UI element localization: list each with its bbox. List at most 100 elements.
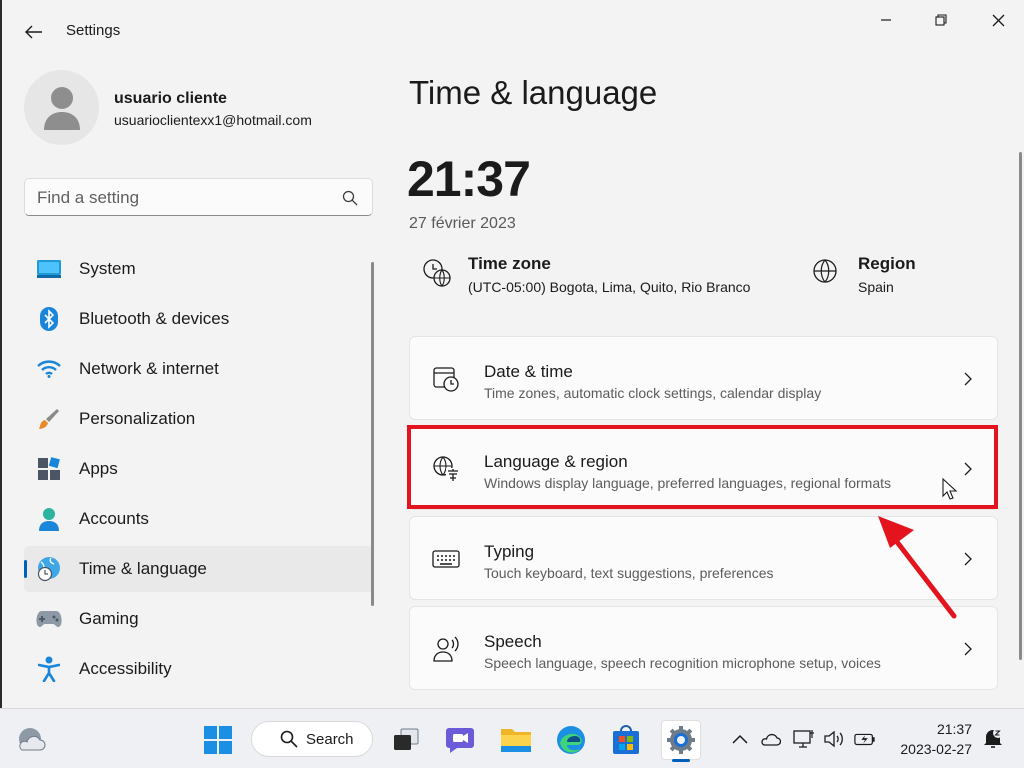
page-title: Time & language: [409, 74, 658, 111]
accessibility-icon: [36, 656, 62, 682]
close-button[interactable]: [975, 8, 1021, 32]
wifi-icon: [36, 356, 62, 382]
search-box: [24, 178, 373, 216]
sidebar-item-system[interactable]: System: [24, 246, 374, 292]
globe-icon: [813, 259, 837, 283]
search-icon: [280, 730, 298, 748]
taskbar-clock[interactable]: 21:37 2023-02-27: [900, 719, 972, 759]
onedrive-tray-button[interactable]: [759, 729, 781, 749]
taskbar-search[interactable]: Search: [251, 721, 373, 757]
card-title: Date & time: [484, 362, 573, 381]
main-scrollbar[interactable]: [1019, 152, 1022, 660]
task-view-icon: [394, 728, 419, 750]
sidebar-nav: System Bluetooth & devices Network & int…: [24, 246, 374, 696]
battery-charging-icon: [854, 733, 875, 746]
region-label: Region: [858, 254, 916, 273]
restore-button[interactable]: [918, 8, 964, 32]
region-value: Spain: [858, 279, 894, 295]
sidebar-item-label: Accounts: [79, 509, 149, 528]
folder-icon: [501, 729, 531, 752]
start-button[interactable]: [198, 720, 238, 760]
sidebar-item-gaming[interactable]: Gaming: [24, 596, 374, 642]
card-subtitle: Touch keyboard, text suggestions, prefer…: [484, 565, 774, 581]
keyboard-icon: [432, 550, 460, 568]
sidebar-scrollbar[interactable]: [371, 262, 374, 606]
sidebar-item-time-language[interactable]: Time & language: [24, 546, 374, 592]
sidebar-item-apps[interactable]: Apps: [24, 446, 374, 492]
chevron-right-icon: [964, 642, 972, 656]
file-explorer-app[interactable]: [496, 720, 536, 760]
card-subtitle: Speech language, speech recognition micr…: [484, 655, 881, 671]
settings-window: Settings usuario cliente usuarioclientex…: [0, 0, 1024, 708]
user-email: usuarioclientexx1@hotmail.com: [114, 112, 312, 128]
network-tray-button[interactable]: [793, 729, 815, 749]
edge-browser-app[interactable]: [551, 720, 591, 760]
user-silhouette-icon: [43, 86, 80, 130]
search-icon[interactable]: [342, 190, 358, 206]
sidebar-item-label: Personalization: [79, 409, 196, 428]
sidebar-item-accessibility[interactable]: Accessibility: [24, 646, 374, 692]
search-input[interactable]: [37, 186, 337, 210]
chat-icon: [446, 728, 474, 753]
gamepad-icon: [36, 606, 62, 632]
close-icon: [992, 14, 1004, 26]
volume-tray-button[interactable]: [823, 729, 845, 749]
taskbar-date: 2023-02-27: [900, 741, 972, 757]
highlight-box: [407, 425, 998, 509]
weather-widget[interactable]: [11, 720, 51, 760]
current-date: 27 février 2023: [409, 215, 516, 232]
sidebar-item-personalization[interactable]: Personalization: [24, 396, 374, 442]
region-info: Region Spain: [812, 254, 952, 300]
sidebar-item-label: Network & internet: [79, 359, 219, 378]
selection-indicator: [24, 560, 27, 578]
time-language-icon: [36, 556, 62, 582]
taskbar: Search 21:37 2023-02-27: [0, 708, 1024, 768]
battery-tray-button[interactable]: [854, 729, 876, 749]
title-bar: Settings: [2, 0, 1024, 60]
store-icon: [613, 725, 639, 754]
sidebar-item-network[interactable]: Network & internet: [24, 346, 374, 392]
time-zone-label: Time zone: [468, 254, 551, 273]
minimize-button[interactable]: [863, 8, 909, 32]
store-app[interactable]: [606, 720, 646, 760]
sidebar-item-bluetooth[interactable]: Bluetooth & devices: [24, 296, 374, 342]
red-arrow-annotation: [878, 516, 957, 619]
show-hidden-icons-button[interactable]: [729, 729, 751, 749]
back-button[interactable]: [20, 18, 48, 46]
chevron-right-icon: [964, 372, 972, 386]
task-view-button[interactable]: [386, 720, 426, 760]
calendar-clock-icon: [433, 367, 459, 392]
notification-button[interactable]: [982, 728, 1004, 748]
card-subtitle: Time zones, automatic clock settings, ca…: [484, 385, 822, 401]
settings-app[interactable]: [661, 720, 701, 760]
time-zone-icon: [423, 259, 451, 287]
card-title: Speech: [484, 632, 542, 651]
back-arrow-icon: [25, 25, 42, 39]
restore-icon: [935, 14, 947, 26]
gear-icon: [667, 726, 695, 754]
sidebar-item-label: Gaming: [79, 609, 139, 628]
system-icon: [36, 256, 62, 282]
bluetooth-icon: [36, 306, 62, 332]
sidebar-item-label: Accessibility: [79, 659, 172, 678]
mouse-cursor-icon: [942, 478, 958, 500]
edge-icon: [557, 726, 585, 754]
user-name: usuario cliente: [114, 90, 227, 107]
bell-do-not-disturb-icon: [984, 728, 1003, 748]
apps-icon: [36, 456, 62, 482]
chat-app[interactable]: [440, 720, 480, 760]
sidebar-item-label: Apps: [79, 459, 118, 478]
accounts-icon: [36, 506, 62, 532]
taskbar-search-label: Search: [306, 730, 354, 748]
sidebar-item-accounts[interactable]: Accounts: [24, 496, 374, 542]
time-zone-info: Time zone (UTC-05:00) Bogota, Lima, Quit…: [422, 254, 792, 300]
brush-icon: [36, 406, 62, 432]
speech-icon: [433, 636, 459, 662]
weather-icon: [19, 728, 46, 751]
windows-logo-icon: [204, 726, 232, 754]
date-time-card[interactable]: Date & time Time zones, automatic clock …: [409, 336, 998, 420]
avatar: [24, 70, 99, 145]
active-app-indicator: [672, 759, 690, 762]
card-title: Typing: [484, 542, 535, 561]
user-profile[interactable]: usuario cliente usuarioclientexx1@hotmai…: [24, 70, 374, 150]
